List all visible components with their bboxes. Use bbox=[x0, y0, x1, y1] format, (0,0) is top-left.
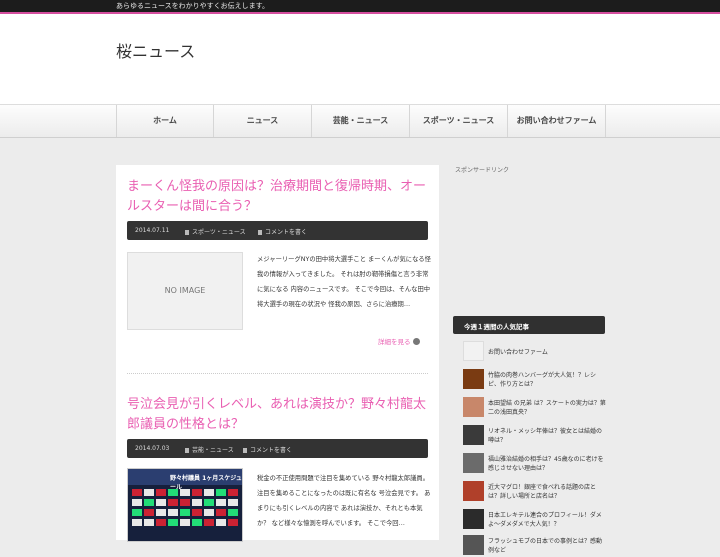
post-meta: 2014.07.03 芸能・ニュース コメントを書く bbox=[127, 439, 428, 458]
popular-item[interactable]: お問い合わせファーム bbox=[463, 341, 605, 363]
post-title[interactable]: まーくん怪我の原因は？治療期間と復帰時期、オールスターは間に合う？ bbox=[127, 177, 429, 217]
nav-item-entertainment[interactable]: 芸能・ニュース bbox=[311, 105, 409, 137]
popular-item[interactable]: 近大マグロ！銀座で食べれる話題の店とは？詳しい場所と店名は？ bbox=[463, 481, 605, 503]
popular-thumbnail bbox=[463, 453, 484, 473]
schedule-cell bbox=[156, 499, 166, 506]
schedule-cell bbox=[168, 509, 178, 516]
schedule-cell bbox=[204, 509, 214, 516]
read-more-link[interactable]: 詳細を見る bbox=[378, 336, 420, 346]
schedule-cell bbox=[144, 519, 154, 526]
schedule-cell bbox=[156, 519, 166, 526]
global-nav: ホーム ニュース 芸能・ニュース スポーツ・ニュース お問い合わせファーム bbox=[0, 104, 720, 138]
schedule-cell bbox=[132, 499, 142, 506]
post-thumbnail[interactable]: NO IMAGE bbox=[127, 252, 243, 330]
schedule-cell bbox=[144, 489, 154, 496]
schedule-cell bbox=[204, 519, 214, 526]
schedule-cell bbox=[168, 489, 178, 496]
popular-thumbnail bbox=[463, 535, 484, 555]
schedule-cell bbox=[216, 519, 226, 526]
post-category[interactable]: スポーツ・ニュース bbox=[185, 227, 246, 236]
popular-thumbnail bbox=[463, 509, 484, 529]
post-comment-link[interactable]: コメントを書く bbox=[243, 445, 292, 454]
sidebar: スポンサードリンク 今週１週間の人気記事 お問い合わせファーム 竹脇の肉巻ハンバ… bbox=[453, 165, 606, 555]
popular-item-title[interactable]: 竹脇の肉巻ハンバーグが大人気！？レシピ、作り方とは？ bbox=[488, 371, 606, 389]
schedule-cell bbox=[228, 489, 238, 496]
post-thumbnail[interactable]: 野々村議員 1ヶ月スケジュール bbox=[127, 468, 243, 542]
post-excerpt: 税金の不正使用問題で注目を集めている 野々村龍太郎議員。 注目を集めることになっ… bbox=[257, 475, 431, 527]
post-comment-link[interactable]: コメントを書く bbox=[258, 227, 307, 236]
sponsored-label: スポンサードリンク bbox=[455, 167, 510, 174]
schedule-cell bbox=[180, 519, 190, 526]
schedule-cell bbox=[156, 509, 166, 516]
popular-item[interactable]: リオネル・メッシ年俸は？彼女とは結婚の噂は？ bbox=[463, 425, 605, 447]
site-tagline: あらゆるニュースをわかりやすくお伝えします。 bbox=[116, 2, 269, 10]
schedule-cell bbox=[156, 489, 166, 496]
top-bar: あらゆるニュースをわかりやすくお伝えします。 bbox=[0, 0, 720, 14]
schedule-cell bbox=[180, 499, 190, 506]
post-category[interactable]: 芸能・ニュース bbox=[185, 445, 234, 454]
folder-icon bbox=[185, 230, 189, 235]
schedule-cell bbox=[132, 519, 142, 526]
popular-item-title[interactable]: 日本エレキテル連合のプロフィール！ダメよ〜ダメダメで大人気！？ bbox=[488, 511, 606, 529]
popular-item-title[interactable]: お問い合わせファーム bbox=[488, 348, 606, 357]
schedule-cell bbox=[192, 509, 202, 516]
schedule-cell bbox=[144, 509, 154, 516]
popular-thumbnail bbox=[463, 425, 484, 445]
schedule-cell bbox=[204, 489, 214, 496]
post-date: 2014.07.03 bbox=[135, 445, 170, 452]
popular-widget-title: 今週１週間の人気記事 bbox=[453, 316, 605, 334]
schedule-cell bbox=[192, 519, 202, 526]
schedule-cell bbox=[144, 499, 154, 506]
post-title[interactable]: 号泣会見が引くレベル、あれは演技か？野々村龍太郎議員の性格とは？ bbox=[127, 395, 429, 435]
schedule-cell bbox=[168, 499, 178, 506]
popular-item-title[interactable]: リオネル・メッシ年俸は？彼女とは結婚の噂は？ bbox=[488, 427, 606, 445]
popular-thumbnail bbox=[463, 481, 484, 501]
post-divider bbox=[127, 373, 428, 374]
folder-icon bbox=[185, 448, 189, 453]
site-title[interactable]: 桜ニュース bbox=[116, 38, 195, 62]
schedule-cell bbox=[228, 499, 238, 506]
popular-item[interactable]: 本田望結 の兄弟 は？スケートの実力は？第二の浅田真央？ bbox=[463, 397, 606, 419]
schedule-cell bbox=[168, 519, 178, 526]
no-image-label: NO IMAGE bbox=[164, 286, 206, 295]
comment-icon bbox=[258, 230, 262, 235]
post-meta: 2014.07.11 スポーツ・ニュース コメントを書く bbox=[127, 221, 428, 240]
post-date: 2014.07.11 bbox=[135, 227, 170, 234]
popular-item-title[interactable]: 近大マグロ！銀座で食べれる話題の店とは？詳しい場所と店名は？ bbox=[488, 483, 606, 501]
popular-thumbnail bbox=[463, 369, 484, 389]
schedule-cell bbox=[228, 519, 238, 526]
schedule-cell bbox=[192, 489, 202, 496]
nav-item-contact[interactable]: お問い合わせファーム bbox=[507, 105, 606, 137]
popular-item[interactable]: 竹脇の肉巻ハンバーグが大人気！？レシピ、作り方とは？ bbox=[463, 369, 605, 391]
post-excerpt: メジャーリーグNYの田中将大選手こと まーくんが気になる怪我の情報が入ってきまし… bbox=[257, 256, 431, 308]
schedule-cell bbox=[228, 509, 238, 516]
popular-thumbnail bbox=[463, 341, 484, 361]
schedule-cell bbox=[180, 509, 190, 516]
popular-item[interactable]: 日本エレキテル連合のプロフィール！ダメよ〜ダメダメで大人気！？ bbox=[463, 509, 605, 531]
arrow-right-icon bbox=[412, 338, 420, 345]
popular-item-title[interactable]: 福山雅治結婚の相手は？45歳なのに老けを感じさせない理由は？ bbox=[488, 455, 606, 473]
schedule-cell bbox=[132, 509, 142, 516]
nav-item-home[interactable]: ホーム bbox=[116, 105, 213, 137]
schedule-cell bbox=[216, 509, 226, 516]
site-header: 桜ニュース bbox=[0, 14, 720, 104]
popular-item-title[interactable]: 本田望結 の兄弟 は？スケートの実力は？第二の浅田真央？ bbox=[488, 399, 606, 417]
schedule-cell bbox=[216, 499, 226, 506]
schedule-cell bbox=[216, 489, 226, 496]
main-content: まーくん怪我の原因は？治療期間と復帰時期、オールスターは間に合う？ 2014.0… bbox=[116, 165, 439, 542]
popular-item[interactable]: 福山雅治結婚の相手は？45歳なのに老けを感じさせない理由は？ bbox=[463, 453, 605, 475]
schedule-cell bbox=[180, 489, 190, 496]
schedule-cell bbox=[192, 499, 202, 506]
popular-item[interactable]: フラッシュモブの日本での事例とは？感動例など bbox=[463, 535, 605, 557]
nav-item-news[interactable]: ニュース bbox=[213, 105, 311, 137]
nav-item-sports[interactable]: スポーツ・ニュース bbox=[409, 105, 507, 137]
schedule-cell bbox=[132, 489, 142, 496]
comment-icon bbox=[243, 448, 247, 453]
schedule-cell bbox=[204, 499, 214, 506]
popular-thumbnail bbox=[463, 397, 484, 417]
